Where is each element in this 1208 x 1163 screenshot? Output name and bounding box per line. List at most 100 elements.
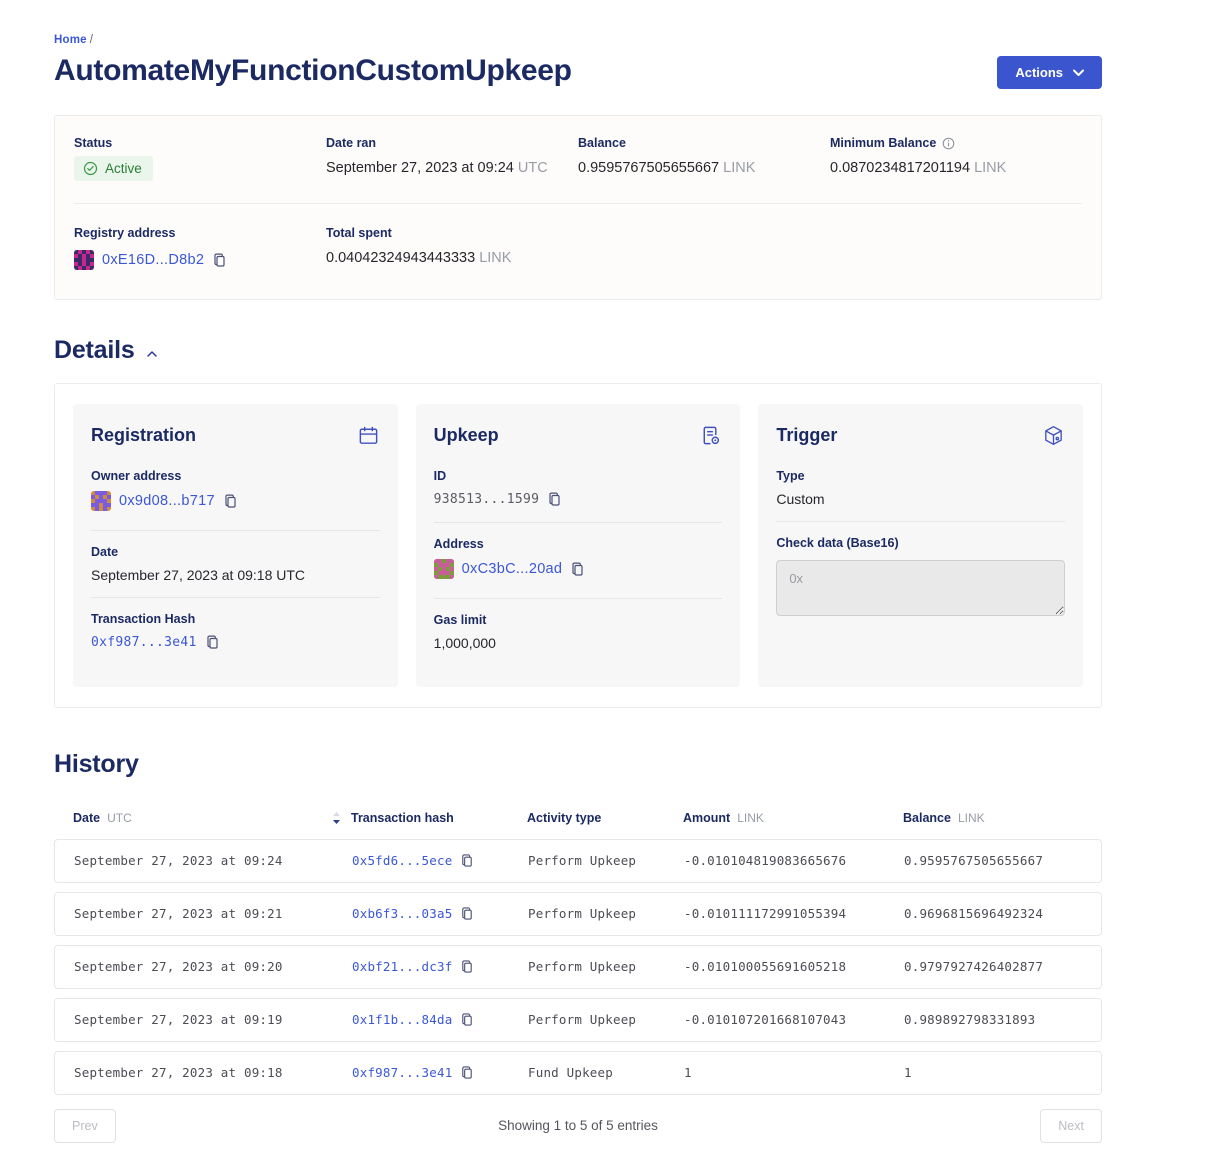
copy-icon[interactable] <box>212 252 227 268</box>
column-amount-unit: LINK <box>737 811 764 825</box>
balance-unit: LINK <box>723 160 755 176</box>
registration-card: Registration Owner address 0x9d08...b717 <box>73 404 398 687</box>
owner-identicon <box>91 491 111 511</box>
gas-limit-value: 1,000,000 <box>434 635 723 651</box>
date-ran-suffix: UTC <box>518 160 548 176</box>
row-tx-link[interactable]: 0x5fd6...5ece <box>352 853 452 868</box>
copy-icon[interactable] <box>460 906 474 921</box>
row-activity: Perform Upkeep <box>528 906 684 921</box>
table-row: September 27, 2023 at 09:20 0xbf21...dc3… <box>54 945 1102 989</box>
info-icon[interactable] <box>942 137 955 150</box>
row-activity: Fund Upkeep <box>528 1065 684 1080</box>
table-row: September 27, 2023 at 09:18 0xf987...3e4… <box>54 1051 1102 1095</box>
row-amount: -0.010104819083665676 <box>684 853 904 868</box>
sort-descending-icon[interactable] <box>332 811 341 825</box>
chevron-down-icon <box>1073 69 1084 77</box>
row-tx-link[interactable]: 0xf987...3e41 <box>352 1065 452 1080</box>
column-header-tx: Transaction hash <box>351 811 527 825</box>
date-ran-value: September 27, 2023 at 09:24 <box>326 160 514 176</box>
registry-address-link[interactable]: 0xE16D...D8b2 <box>102 252 204 268</box>
row-date: September 27, 2023 at 09:24 <box>74 853 352 868</box>
transaction-hash-field: Transaction Hash 0xf987...3e41 <box>91 597 380 665</box>
copy-icon[interactable] <box>460 1012 474 1027</box>
history-heading: History <box>54 750 139 779</box>
upkeep-address-field: Address 0xC3bC...20ad <box>434 522 723 598</box>
row-date: September 27, 2023 at 09:18 <box>74 1065 352 1080</box>
registration-title: Registration <box>91 425 196 446</box>
column-header-date[interactable]: Date UTC <box>73 811 351 825</box>
copy-icon[interactable] <box>460 853 474 868</box>
details-collapse-button[interactable] <box>145 349 159 359</box>
copy-icon[interactable] <box>460 959 474 974</box>
registry-field: Registry address 0xE16D...D8b2 <box>74 226 326 275</box>
total-spent-unit: LINK <box>479 250 511 266</box>
column-date-label: Date <box>73 811 100 825</box>
gas-limit-field: Gas limit 1,000,000 <box>434 598 723 665</box>
row-amount: -0.010100055691605218 <box>684 959 904 974</box>
calendar-icon <box>357 424 380 447</box>
registry-label: Registry address <box>74 226 326 240</box>
pagination-summary: Showing 1 to 5 of 5 entries <box>498 1118 658 1133</box>
min-balance-unit: LINK <box>974 160 1006 176</box>
total-spent-label: Total spent <box>326 226 578 240</box>
trigger-title: Trigger <box>776 425 837 446</box>
total-spent-value: 0.04042324943443333 <box>326 250 475 266</box>
row-tx-link[interactable]: 0x1f1b...84da <box>352 1012 452 1027</box>
upkeep-id-value: 938513...1599 <box>434 492 540 507</box>
actions-button[interactable]: Actions <box>997 56 1102 89</box>
registry-identicon <box>74 250 94 270</box>
next-button[interactable]: Next <box>1040 1109 1102 1143</box>
balance-field: Balance 0.9595767505655667 LINK <box>578 136 830 181</box>
trigger-type-label: Type <box>776 469 1065 483</box>
upkeep-address-label: Address <box>434 537 723 551</box>
upkeep-address-link[interactable]: 0xC3bC...20ad <box>462 561 563 577</box>
min-balance-value: 0.0870234817201194 <box>830 160 970 176</box>
trigger-card: Trigger Type Custom Check data (Base16) <box>758 404 1083 687</box>
cube-icon <box>1042 424 1065 447</box>
balance-value: 0.9595767505655667 <box>578 160 719 176</box>
check-data-input[interactable] <box>776 560 1065 616</box>
check-circle-icon <box>83 161 98 176</box>
page-title: AutomateMyFunctionCustomUpkeep <box>54 54 572 88</box>
row-amount: -0.010107201668107043 <box>684 1012 904 1027</box>
row-tx-link[interactable]: 0xb6f3...03a5 <box>352 906 452 921</box>
registration-date-field: Date September 27, 2023 at 09:18 UTC <box>91 530 380 597</box>
prev-button[interactable]: Prev <box>54 1109 116 1143</box>
status-field: Status Active <box>74 136 326 181</box>
row-activity: Perform Upkeep <box>528 959 684 974</box>
copy-icon[interactable] <box>205 634 220 650</box>
row-date: September 27, 2023 at 09:19 <box>74 1012 352 1027</box>
summary-card: Status Active Date ran September 27, 202… <box>54 115 1102 300</box>
row-amount: 1 <box>684 1065 904 1080</box>
table-row: September 27, 2023 at 09:19 0x1f1b...84d… <box>54 998 1102 1042</box>
copy-icon[interactable] <box>223 493 238 509</box>
column-header-activity: Activity type <box>527 811 683 825</box>
owner-address-link[interactable]: 0x9d08...b717 <box>119 493 215 509</box>
row-balance: 0.9797927426402877 <box>904 959 1101 974</box>
copy-icon[interactable] <box>547 491 562 507</box>
column-amount-label: Amount <box>683 811 730 825</box>
row-balance: 1 <box>904 1065 1101 1080</box>
transaction-hash-link[interactable]: 0xf987...3e41 <box>91 635 197 650</box>
status-label: Status <box>74 136 326 150</box>
row-tx-link[interactable]: 0xbf21...dc3f <box>352 959 452 974</box>
summary-divider <box>74 203 1082 204</box>
breadcrumb-home-link[interactable]: Home <box>54 34 87 46</box>
column-tx-label: Transaction hash <box>351 811 454 825</box>
table-row: September 27, 2023 at 09:24 0x5fd6...5ec… <box>54 839 1102 883</box>
copy-icon[interactable] <box>460 1065 474 1080</box>
history-table: Date UTC Transaction hash Activity type … <box>54 805 1102 1163</box>
status-badge: Active <box>74 156 153 181</box>
date-ran-label: Date ran <box>326 136 578 150</box>
column-balance-label: Balance <box>903 811 951 825</box>
pagination: Prev Showing 1 to 5 of 5 entries Next <box>54 1109 1102 1163</box>
actions-button-label: Actions <box>1015 65 1063 80</box>
registration-date-value: September 27, 2023 at 09:18 UTC <box>91 567 380 583</box>
copy-icon[interactable] <box>570 561 585 577</box>
row-balance: 0.9696815696492324 <box>904 906 1101 921</box>
status-badge-text: Active <box>105 161 142 176</box>
owner-address-field: Owner address 0x9d08...b717 <box>91 461 380 530</box>
upkeep-id-label: ID <box>434 469 723 483</box>
row-date: September 27, 2023 at 09:20 <box>74 959 352 974</box>
trigger-type-field: Type Custom <box>776 461 1065 521</box>
